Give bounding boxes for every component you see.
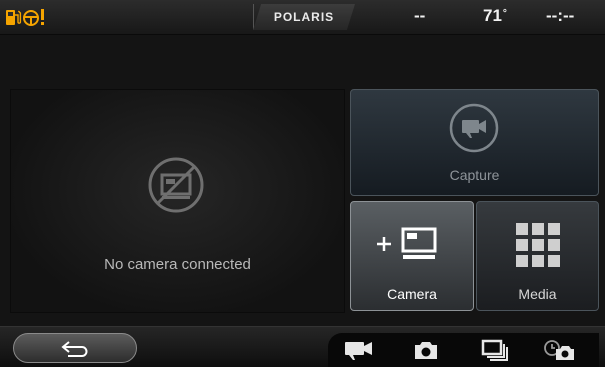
back-arrow-icon [61,341,88,357]
bottom-bar [0,326,605,367]
add-camera-icon [377,227,437,259]
video-mode-icon [345,342,372,360]
burst-mode-icon [481,339,508,361]
media-button[interactable]: Media [476,201,599,311]
video-mode-button[interactable] [342,338,376,362]
status-value-left: -- [414,6,426,25]
photo-mode-button[interactable] [409,338,443,362]
mode-selector [328,333,599,367]
temperature-unit: ° [502,8,507,19]
steering-warning-icon [23,9,44,26]
camera-button[interactable]: Camera [350,201,474,311]
temperature-value: 71 [483,6,502,25]
divider [253,4,254,30]
camera-preview: No camera connected [10,89,345,313]
brand-logo: POLARIS [253,4,355,30]
clock: --:-- [546,6,575,25]
media-label: Media [518,286,557,302]
burst-mode-button[interactable] [478,338,512,362]
timelapse-mode-icon [544,340,574,360]
fuel-icon [6,10,22,25]
photo-mode-icon [415,342,437,359]
temperature-display: 71° [483,6,507,26]
grid-icon [516,223,560,267]
camera-label: Camera [387,286,437,302]
timelapse-mode-button[interactable] [542,338,576,362]
warning-icons [6,9,44,26]
no-camera-icon [148,157,204,213]
video-camera-icon [449,103,499,153]
status-bar: POLARIS -- 71° --:-- [0,0,605,35]
capture-button[interactable]: Capture [350,89,599,196]
no-camera-message: No camera connected [104,256,251,273]
capture-label: Capture [449,167,500,183]
back-button[interactable] [13,333,137,363]
